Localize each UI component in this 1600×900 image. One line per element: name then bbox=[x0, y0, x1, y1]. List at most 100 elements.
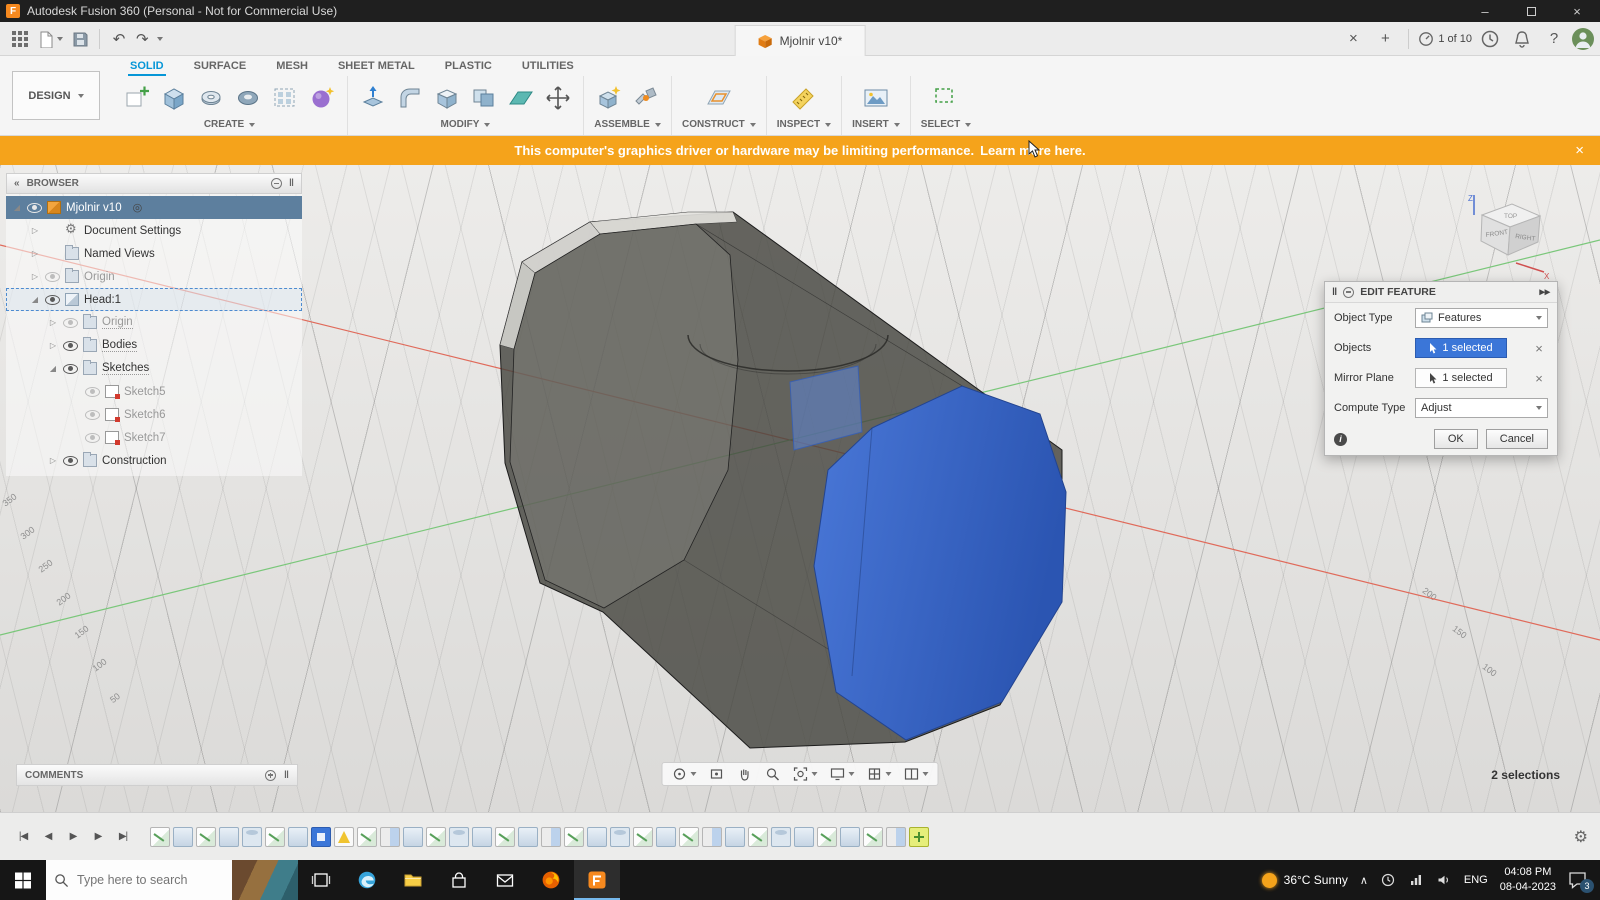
volume-icon[interactable] bbox=[1436, 873, 1452, 887]
visibility-eye-icon[interactable] bbox=[63, 455, 78, 466]
browser-header[interactable]: « BROWSER ‖ bbox=[6, 173, 302, 194]
edge-icon[interactable] bbox=[344, 860, 390, 900]
timeline-feature-icon[interactable] bbox=[587, 826, 607, 847]
task-view-button[interactable] bbox=[298, 860, 344, 900]
maximize-button[interactable] bbox=[1508, 0, 1554, 22]
browser-row[interactable]: ◢ Mjolnir v10 bbox=[6, 196, 302, 219]
timeline-playback-button[interactable]: ▶ bbox=[62, 827, 84, 847]
action-center-icon[interactable]: 3 bbox=[1568, 871, 1594, 893]
timeline-feature-icon[interactable] bbox=[288, 826, 308, 847]
visibility-eye-icon[interactable] bbox=[85, 409, 100, 420]
timeline-feature-icon[interactable] bbox=[564, 826, 584, 847]
taskbar-clock[interactable]: 04:08 PM 08-04-2023 bbox=[1500, 865, 1556, 895]
expand-comments-icon[interactable] bbox=[265, 769, 277, 781]
browser-row[interactable]: ▷ Document Settings bbox=[6, 219, 302, 242]
ribbon-tab[interactable]: SURFACE bbox=[192, 59, 249, 76]
timeline-feature-icon[interactable] bbox=[656, 826, 676, 847]
timeline-feature-icon[interactable] bbox=[610, 826, 630, 847]
timeline-feature-icon[interactable] bbox=[679, 826, 699, 847]
timeline-feature-icon[interactable] bbox=[702, 826, 722, 847]
construct-menu[interactable]: CONSTRUCT bbox=[682, 118, 756, 135]
file-menu-button[interactable] bbox=[34, 26, 66, 52]
measure-icon[interactable] bbox=[789, 83, 819, 113]
select-icon[interactable] bbox=[931, 83, 961, 113]
file-explorer-icon[interactable] bbox=[390, 860, 436, 900]
assemble-menu[interactable]: ASSEMBLE bbox=[594, 118, 661, 135]
timeline-feature-icon[interactable] bbox=[863, 826, 883, 847]
move-icon[interactable] bbox=[543, 83, 573, 113]
tray-clock-icon[interactable] bbox=[1380, 873, 1396, 887]
info-icon[interactable]: i bbox=[1334, 432, 1347, 446]
ribbon-tab[interactable]: MESH bbox=[274, 59, 310, 76]
help-button[interactable]: ? bbox=[1540, 26, 1568, 52]
press-pull-icon[interactable] bbox=[358, 83, 388, 113]
revolve-icon[interactable] bbox=[196, 83, 226, 113]
save-button[interactable] bbox=[66, 26, 94, 52]
recent-activity-icon[interactable] bbox=[1476, 26, 1504, 52]
timeline-feature-icon[interactable] bbox=[725, 826, 745, 847]
timeline-feature-icon[interactable] bbox=[219, 826, 239, 847]
expander-icon[interactable]: ▷ bbox=[48, 456, 58, 465]
select-menu[interactable]: SELECT bbox=[921, 118, 972, 135]
torus-icon[interactable] bbox=[233, 83, 263, 113]
panel-grip-icon[interactable]: ‖ bbox=[289, 178, 294, 189]
create-menu[interactable]: CREATE bbox=[204, 118, 256, 135]
timeline-playback-button[interactable]: |◀ bbox=[12, 827, 34, 847]
combine-icon[interactable] bbox=[469, 83, 499, 113]
expander-icon[interactable]: ▷ bbox=[48, 341, 58, 350]
offset-face-icon[interactable] bbox=[506, 83, 536, 113]
insert-canvas-icon[interactable] bbox=[861, 83, 891, 113]
timeline-feature-icon[interactable] bbox=[196, 826, 216, 847]
grid-settings-icon[interactable] bbox=[861, 763, 898, 785]
collapse-panel-icon[interactable]: « bbox=[14, 178, 20, 189]
visibility-eye-icon[interactable] bbox=[27, 202, 42, 213]
browser-row[interactable]: ▷ Origin bbox=[6, 311, 302, 334]
app-grid-icon[interactable] bbox=[6, 26, 34, 52]
look-at-icon[interactable] bbox=[703, 763, 731, 785]
browser-row[interactable]: ◢ Head:1 bbox=[6, 288, 302, 311]
visibility-eye-icon[interactable] bbox=[63, 317, 78, 328]
workspace-switcher[interactable]: DESIGN bbox=[12, 71, 100, 120]
timeline-feature-icon[interactable] bbox=[748, 826, 768, 847]
insert-menu[interactable]: INSERT bbox=[852, 118, 900, 135]
collapse-all-icon[interactable] bbox=[271, 178, 283, 189]
fit-icon[interactable] bbox=[787, 763, 824, 785]
taskbar-search[interactable] bbox=[46, 860, 298, 900]
browser-row[interactable]: ▷ Origin bbox=[6, 265, 302, 288]
browser-row[interactable]: ▷ Named Views bbox=[6, 242, 302, 265]
new-tab-button[interactable]: + bbox=[1371, 26, 1399, 52]
browser-row[interactable]: ◢ Sketches bbox=[6, 357, 302, 380]
zoom-icon[interactable] bbox=[759, 763, 787, 785]
expander-icon[interactable]: ▷ bbox=[30, 226, 40, 235]
timeline-feature-icon[interactable] bbox=[794, 826, 814, 847]
input-language[interactable]: ENG bbox=[1464, 874, 1488, 886]
document-tab[interactable]: Mjolnir v10* bbox=[734, 25, 866, 56]
object-type-dropdown[interactable]: Features bbox=[1415, 308, 1548, 328]
dialog-expand-icon[interactable]: ▸▸ bbox=[1539, 286, 1550, 298]
start-button[interactable] bbox=[0, 860, 46, 900]
timeline-feature-icon[interactable] bbox=[518, 826, 538, 847]
expander-icon[interactable]: ▷ bbox=[30, 272, 40, 281]
search-input[interactable] bbox=[77, 873, 232, 887]
network-icon[interactable] bbox=[1408, 873, 1424, 887]
timeline-playback-button[interactable]: ◀ bbox=[37, 827, 59, 847]
construction-plane-icon[interactable] bbox=[704, 83, 734, 113]
pan-icon[interactable] bbox=[731, 763, 759, 785]
close-tab-button[interactable]: × bbox=[1339, 26, 1367, 52]
expander-icon[interactable]: ◢ bbox=[48, 364, 58, 373]
orbit-icon[interactable] bbox=[666, 763, 703, 785]
browser-row[interactable]: Sketch5 bbox=[6, 380, 302, 403]
timeline-feature-icon[interactable] bbox=[771, 826, 791, 847]
visibility-eye-icon[interactable] bbox=[63, 340, 78, 351]
create-sketch-icon[interactable] bbox=[122, 83, 152, 113]
pattern-icon[interactable] bbox=[270, 83, 300, 113]
ribbon-tab[interactable]: SHEET METAL bbox=[336, 59, 417, 76]
timeline-feature-icon[interactable] bbox=[449, 826, 469, 847]
timeline-feature-icon[interactable] bbox=[403, 826, 423, 847]
expander-icon[interactable]: ▷ bbox=[30, 249, 40, 258]
fusion-360-taskbar-icon[interactable] bbox=[574, 860, 620, 900]
timeline-feature-icon[interactable] bbox=[472, 826, 492, 847]
minimize-button[interactable]: – bbox=[1462, 0, 1508, 22]
visibility-eye-icon[interactable] bbox=[45, 294, 60, 305]
timeline-settings-gear-icon[interactable]: ⚙ bbox=[1574, 827, 1588, 847]
